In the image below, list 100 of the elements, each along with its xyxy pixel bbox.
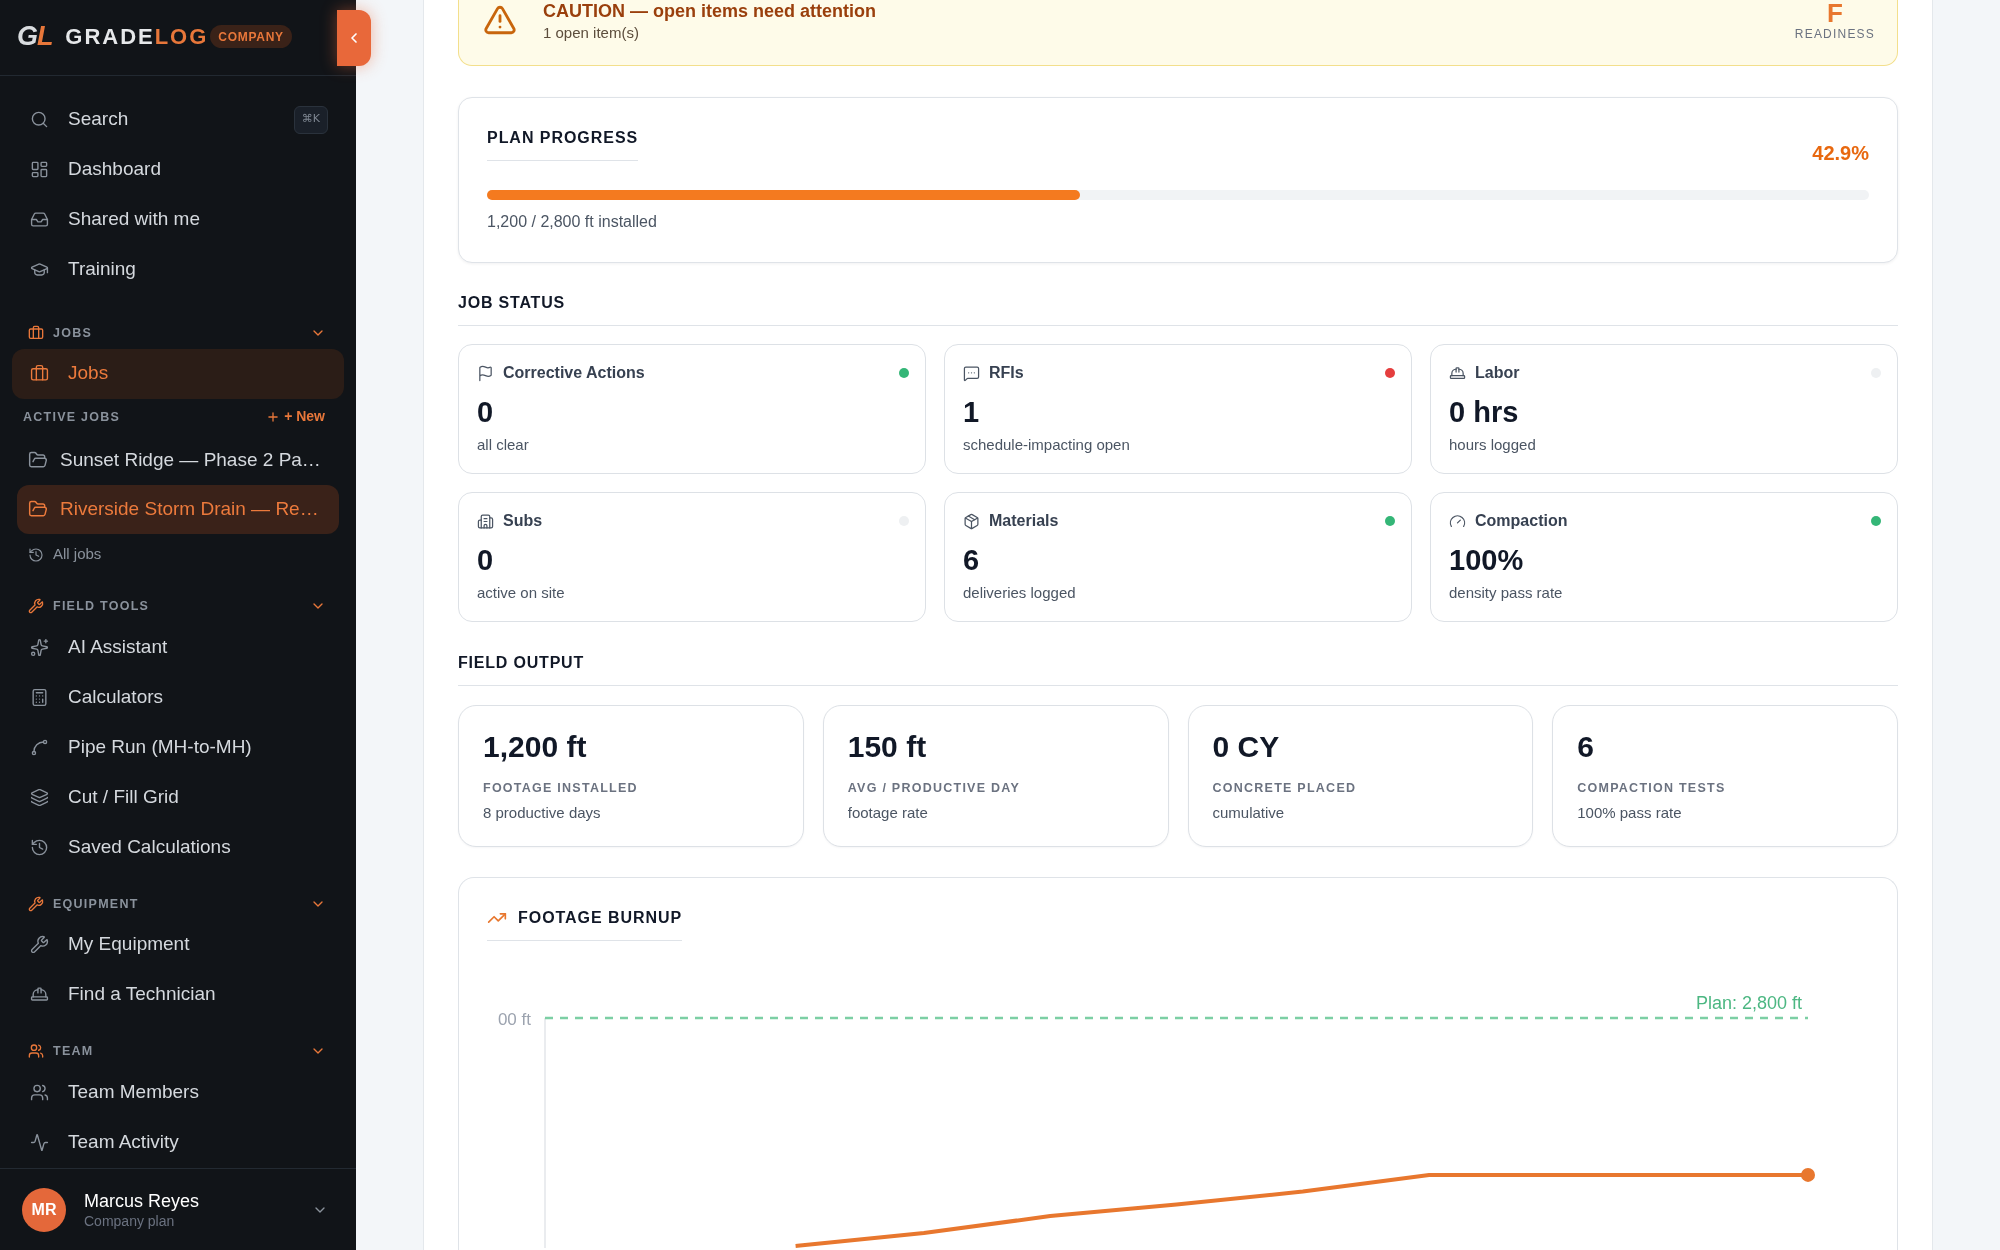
gauge-icon xyxy=(1449,512,1466,530)
status-label: Materials xyxy=(989,511,1059,531)
user-plan: Company plan xyxy=(84,1211,176,1230)
plan-badge: COMPANY xyxy=(210,25,292,48)
job-item[interactable]: Sunset Ridge — Phase 2 Pa… xyxy=(17,435,339,485)
calculator-icon xyxy=(30,688,49,707)
pulse-icon xyxy=(30,1132,49,1152)
user-name: Marcus Reyes xyxy=(84,1189,200,1212)
section-heading: FOOTAGE BURNUP xyxy=(518,908,683,928)
nav-item[interactable]: Find a Technician xyxy=(12,969,344,1020)
folder-icon xyxy=(28,450,48,470)
wrench-icon xyxy=(28,597,44,614)
status-value: 100% xyxy=(1449,543,1525,577)
layers-icon xyxy=(30,788,49,807)
metric-detail: 100% pass rate xyxy=(1577,803,1683,823)
nav-item[interactable]: Calculators xyxy=(12,672,344,723)
section-title: TEAM xyxy=(53,1043,94,1059)
section-title: JOBS xyxy=(53,324,93,341)
logo-mark: GL xyxy=(17,23,53,50)
new-job-button[interactable]: + New xyxy=(266,406,325,427)
metric-label: AVG / PRODUCTIVE DAY xyxy=(847,780,1021,796)
hard-hat-icon xyxy=(30,985,49,1004)
status-label: Corrective Actions xyxy=(503,363,645,383)
search-item[interactable]: Search ⌘K xyxy=(12,94,344,145)
warning-icon xyxy=(483,3,517,37)
shortcut-hint: ⌘K xyxy=(293,105,328,134)
nav-item[interactable]: Team Activity xyxy=(12,1117,344,1167)
status-detail: all clear xyxy=(477,435,530,455)
section-heading: FIELD OUTPUT xyxy=(458,653,586,673)
users-icon xyxy=(28,1043,44,1059)
metric-label: CONCRETE PLACED xyxy=(1212,780,1358,796)
nav-item[interactable]: Saved Calculations xyxy=(12,822,344,873)
briefcase-icon xyxy=(28,324,44,341)
all-jobs-link[interactable]: All jobs xyxy=(12,539,106,570)
package-icon xyxy=(963,512,980,530)
graduation-cap-icon xyxy=(30,260,49,279)
job-item[interactable]: Riverside Storm Drain — Re… xyxy=(17,484,339,534)
readiness-grade: F xyxy=(1826,0,1843,27)
nav-item[interactable]: Cut / Fill Grid xyxy=(12,772,344,823)
metric-detail: footage rate xyxy=(847,803,929,823)
status-label: Subs xyxy=(503,511,543,531)
hard-hat-icon xyxy=(1449,364,1466,382)
metric-value: 0 CY xyxy=(1212,730,1281,764)
status-value: 1 xyxy=(963,395,981,429)
status-detail: deliveries logged xyxy=(963,583,1077,603)
nav-item[interactable]: My Equipment xyxy=(12,919,344,970)
status-value: 0 xyxy=(477,395,495,429)
status-value: 0 xyxy=(477,543,495,577)
nav-item[interactable]: Jobs xyxy=(12,348,344,399)
section-heading: JOB STATUS xyxy=(458,293,566,313)
status-value: 0 hrs xyxy=(1449,395,1520,429)
plus-icon xyxy=(266,409,281,424)
nav-item[interactable]: Team Members xyxy=(12,1067,344,1117)
status-value: 6 xyxy=(963,543,981,577)
status-detail: active on site xyxy=(477,583,566,603)
users-icon xyxy=(30,1082,49,1102)
y-axis-label: 00 ft xyxy=(497,1010,531,1029)
plan-label: Plan: 2,800 ft xyxy=(1695,993,1802,1013)
section-heading: PLAN PROGRESS xyxy=(487,128,639,161)
metric-value: 1,200 ft xyxy=(483,730,588,764)
metric-label: FOOTAGE INSTALLED xyxy=(483,780,639,796)
status-label: Compaction xyxy=(1475,511,1568,531)
nav-item[interactable]: Shared with me xyxy=(12,194,344,245)
nav-item[interactable]: Training xyxy=(12,244,344,295)
search-icon xyxy=(30,110,49,129)
alert-title: CAUTION — open items need attention xyxy=(543,1,877,22)
brand-wordmark: GRADELOG xyxy=(65,25,209,48)
briefcase-icon xyxy=(30,364,49,383)
metric-detail: 8 productive days xyxy=(483,803,602,823)
metric-detail: cumulative xyxy=(1212,803,1286,823)
section-title: EQUIPMENT xyxy=(53,895,139,912)
progress-percent: 42.9% xyxy=(1812,141,1869,165)
metric-value: 6 xyxy=(1577,730,1595,764)
history-icon xyxy=(28,546,44,563)
status-label: Labor xyxy=(1475,363,1520,383)
collapse-sidebar-button[interactable] xyxy=(337,10,371,66)
status-detail: schedule-impacting open xyxy=(963,435,1131,455)
progress-detail: 1,200 / 2,800 ft installed xyxy=(487,213,658,231)
status-detail: hours logged xyxy=(1449,435,1537,455)
dashboard-icon xyxy=(30,160,49,179)
inbox-icon xyxy=(30,210,49,229)
status-label: RFIs xyxy=(989,363,1024,383)
nav-item[interactable]: Pipe Run (MH-to-MH) xyxy=(12,722,344,773)
history-icon xyxy=(30,838,49,857)
building-icon xyxy=(477,512,494,530)
wrench-icon xyxy=(30,935,49,954)
avatar: MR xyxy=(22,1187,66,1232)
curve-icon xyxy=(30,738,49,757)
endpoint-dot-icon xyxy=(1801,1167,1815,1182)
user-profile[interactable]: MR Marcus Reyes Company plan xyxy=(0,1168,356,1250)
folder-icon xyxy=(28,499,48,519)
status-detail: density pass rate xyxy=(1449,583,1564,603)
wrench-icon xyxy=(28,895,44,912)
alert-detail: 1 open item(s) xyxy=(543,24,640,42)
nav-item[interactable]: AI Assistant xyxy=(12,622,344,673)
metric-label: COMPACTION TESTS xyxy=(1577,780,1727,796)
metric-value: 150 ft xyxy=(847,730,928,764)
nav-item[interactable]: Dashboard xyxy=(12,144,344,195)
section-title: FIELD TOOLS xyxy=(53,597,150,614)
flag-icon xyxy=(477,364,494,382)
